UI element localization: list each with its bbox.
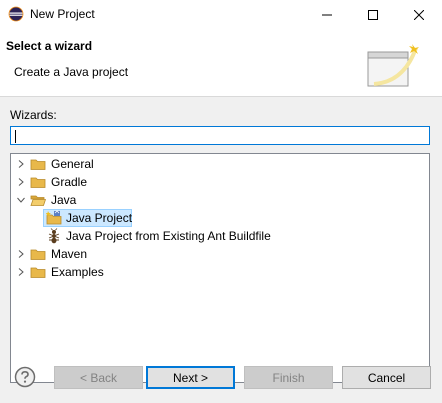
tree-item-label: Examples xyxy=(51,265,104,279)
folder-icon xyxy=(30,159,46,170)
wizard-body: Wizards: General Gradle Java Java Projec… xyxy=(0,97,442,403)
tree-item-java-project-from-ant[interactable]: Java Project from Existing Ant Buildfile xyxy=(11,227,429,245)
close-button[interactable] xyxy=(396,0,442,30)
folder-icon xyxy=(30,177,46,188)
minimize-icon xyxy=(322,14,332,16)
folder-icon xyxy=(30,249,46,260)
eclipse-icon xyxy=(8,6,24,22)
expand-chevron-icon[interactable] xyxy=(14,264,28,280)
wizard-banner: Select a wizard Create a Java project xyxy=(0,30,442,97)
tree-item-label: General xyxy=(51,157,94,171)
tree-item-examples[interactable]: Examples xyxy=(11,263,429,281)
wizard-tree[interactable]: General Gradle Java Java Project Java Pr… xyxy=(10,153,430,383)
folder-icon xyxy=(30,267,46,278)
finish-button[interactable]: Finish xyxy=(244,366,333,389)
close-icon xyxy=(414,10,424,20)
maximize-icon xyxy=(368,10,378,20)
banner-title: Select a wizard xyxy=(6,39,93,53)
text-caret xyxy=(15,130,16,143)
wizards-label: Wizards: xyxy=(10,108,57,122)
help-icon[interactable] xyxy=(14,366,36,388)
java-project-icon xyxy=(46,210,62,225)
folder-open-icon xyxy=(30,195,46,206)
tree-item-gradle[interactable]: Gradle xyxy=(11,173,429,191)
expand-chevron-icon[interactable] xyxy=(14,174,28,190)
tree-item-maven[interactable]: Maven xyxy=(11,245,429,263)
next-button[interactable]: Next > xyxy=(146,366,235,389)
tree-item-label: Java Project xyxy=(66,211,133,225)
new-wizard-icon xyxy=(367,44,419,87)
back-button[interactable]: < Back xyxy=(54,366,143,389)
tree-item-label: Java xyxy=(51,193,77,207)
window-title: New Project xyxy=(30,7,95,21)
minimize-button[interactable] xyxy=(304,0,350,30)
wizard-filter-input[interactable] xyxy=(10,126,430,145)
tree-item-label: Maven xyxy=(51,247,88,261)
expand-chevron-icon[interactable] xyxy=(14,246,28,262)
title-bar: New Project xyxy=(0,0,442,30)
tree-item-label: Gradle xyxy=(51,175,88,189)
expand-chevron-icon[interactable] xyxy=(14,156,28,172)
maximize-button[interactable] xyxy=(350,0,396,30)
ant-icon xyxy=(48,228,60,244)
tree-item-general[interactable]: General xyxy=(11,155,429,173)
banner-description: Create a Java project xyxy=(14,65,129,79)
tree-item-java[interactable]: Java xyxy=(11,191,429,209)
tree-item-label: Java Project from Existing Ant Buildfile xyxy=(66,229,271,243)
cancel-button[interactable]: Cancel xyxy=(342,366,431,389)
collapse-chevron-icon[interactable] xyxy=(14,192,28,208)
tree-item-java-project[interactable]: Java Project xyxy=(11,209,429,227)
